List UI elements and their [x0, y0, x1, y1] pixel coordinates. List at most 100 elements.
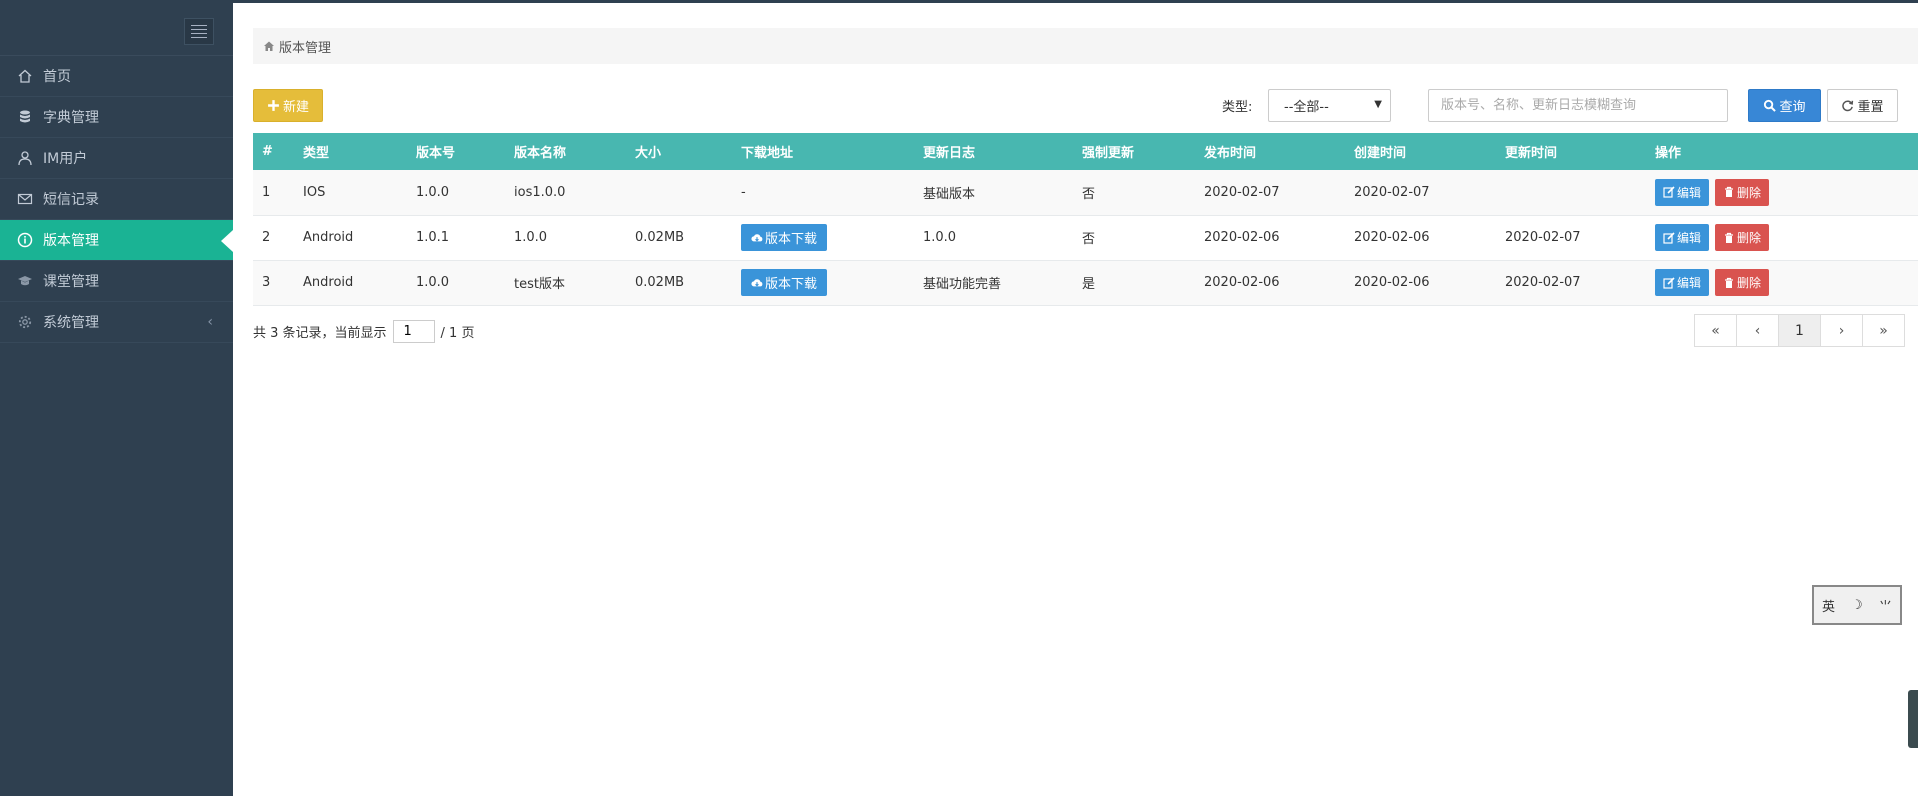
trash-icon — [1725, 232, 1734, 243]
delete-button[interactable]: 删除 — [1715, 178, 1770, 206]
column-header: 操作 — [1646, 133, 1918, 170]
column-header: # — [253, 133, 294, 170]
column-header: 发布时间 — [1195, 133, 1345, 170]
version-download-button[interactable]: 版本下载 — [741, 224, 828, 251]
prev-page-button[interactable]: ‹ — [1736, 314, 1779, 347]
sidebar-item-version-management[interactable]: 版本管理 — [0, 220, 233, 261]
edit-icon — [1663, 186, 1675, 198]
menu-toggle-button[interactable] — [184, 18, 214, 45]
side-drawer-handle[interactable] — [1908, 690, 1918, 748]
table-row: 2 Android 1.0.1 1.0.0 0.02MB 版本下载 1.0.0 … — [253, 215, 1918, 261]
main-content: 版本管理 新建 类型: --全部-- ▼ 查询 重置 # 类型 版本号 版本名称… — [233, 0, 1918, 796]
cell-size: 0.02MB — [626, 215, 732, 261]
cell-type: IOS — [294, 170, 407, 216]
breadcrumb: 版本管理 — [253, 28, 1918, 64]
trash-icon — [1725, 277, 1734, 288]
delete-button[interactable]: 删除 — [1715, 224, 1770, 251]
cell-version: 1.0.0 — [407, 170, 505, 216]
sidebar-item-dictionary[interactable]: 字典管理 — [0, 97, 233, 138]
gear-icon — [16, 313, 34, 331]
sidebar-header — [0, 0, 233, 56]
punctuation-icon[interactable]: ⺌ — [1879, 596, 1892, 615]
edit-button[interactable]: 编辑 — [1655, 178, 1710, 206]
breadcrumb-label: 版本管理 — [279, 40, 332, 56]
cloud-download-icon — [751, 278, 763, 287]
cell-download: - — [732, 170, 914, 216]
info-icon — [16, 231, 34, 249]
cell-force-update: 是 — [1073, 260, 1195, 306]
edit-button[interactable]: 编辑 — [1655, 224, 1710, 251]
sidebar: 首页 字典管理 IM用户 短信记录 版本管理 课堂管理 系统管理 ‹ — [0, 0, 233, 796]
reset-button[interactable]: 重置 — [1827, 89, 1898, 122]
moon-icon[interactable]: ☽ — [1851, 598, 1863, 613]
cell-published: 2020-02-06 — [1195, 215, 1345, 261]
sidebar-item-label: 字典管理 — [43, 110, 99, 126]
cell-created: 2020-02-07 — [1345, 170, 1496, 216]
sidebar-nav: 首页 字典管理 IM用户 短信记录 版本管理 课堂管理 系统管理 ‹ — [0, 56, 233, 343]
cell-no: 3 — [253, 260, 294, 306]
cell-updated — [1496, 170, 1646, 216]
cell-published: 2020-02-07 — [1195, 170, 1345, 216]
cell-version: 1.0.0 — [407, 260, 505, 306]
next-page-button[interactable]: › — [1820, 314, 1863, 347]
refresh-icon — [1842, 100, 1854, 112]
sidebar-item-label: 课堂管理 — [43, 274, 99, 290]
cell-force-update: 否 — [1073, 215, 1195, 261]
home-icon — [264, 41, 274, 51]
sidebar-item-system[interactable]: 系统管理 ‹ — [0, 302, 233, 343]
version-download-button[interactable]: 版本下载 — [741, 269, 828, 296]
ime-language-indicator[interactable]: 英 — [1822, 596, 1835, 615]
pagination: « ‹ 1 › » — [1694, 314, 1905, 347]
column-header: 更新时间 — [1496, 133, 1646, 170]
sidebar-item-home[interactable]: 首页 — [0, 56, 233, 97]
sidebar-item-im-users[interactable]: IM用户 — [0, 138, 233, 179]
table-row: 3 Android 1.0.0 test版本 0.02MB 版本下载 基础功能完… — [253, 260, 1918, 306]
page-number-input[interactable] — [392, 320, 435, 343]
cell-updated: 2020-02-07 — [1496, 260, 1646, 306]
pagination-info: 共 3 条记录，当前显示 / 1 页 — [253, 320, 474, 343]
cell-force-update: 否 — [1073, 170, 1195, 216]
cell-actions: 编辑 删除 — [1646, 170, 1918, 216]
column-header: 类型 — [294, 133, 407, 170]
page-button-1[interactable]: 1 — [1778, 314, 1821, 347]
cell-actions: 编辑 删除 — [1646, 260, 1918, 306]
cell-download: 版本下载 — [732, 260, 914, 306]
home-icon — [16, 67, 34, 85]
graduation-cap-icon — [16, 272, 34, 290]
cell-created: 2020-02-06 — [1345, 260, 1496, 306]
table-header-row: # 类型 版本号 版本名称 大小 下载地址 更新日志 强制更新 发布时间 创建时… — [253, 133, 1918, 170]
cell-created: 2020-02-06 — [1345, 215, 1496, 261]
edit-icon — [1663, 231, 1675, 244]
search-input[interactable] — [1428, 89, 1728, 122]
type-select[interactable]: --全部-- ▼ — [1268, 89, 1391, 122]
cell-no: 2 — [253, 215, 294, 261]
column-header: 下载地址 — [732, 133, 914, 170]
cell-size: 0.02MB — [626, 260, 732, 306]
edit-button[interactable]: 编辑 — [1655, 269, 1710, 296]
ime-toolbar[interactable]: 英 ☽ ⺌ — [1812, 585, 1902, 625]
sidebar-item-label: 首页 — [43, 69, 71, 85]
trash-icon — [1725, 187, 1734, 198]
first-page-button[interactable]: « — [1694, 314, 1737, 347]
cell-published: 2020-02-06 — [1195, 260, 1345, 306]
cell-actions: 编辑 删除 — [1646, 215, 1918, 261]
user-icon — [16, 149, 34, 167]
query-button[interactable]: 查询 — [1748, 89, 1821, 122]
table-row: 1 IOS 1.0.0 ios1.0.0 - 基础版本 否 2020-02-07… — [253, 170, 1918, 216]
sidebar-item-sms-records[interactable]: 短信记录 — [0, 179, 233, 220]
cell-version: 1.0.1 — [407, 215, 505, 261]
delete-button[interactable]: 删除 — [1715, 269, 1770, 296]
cloud-download-icon — [751, 233, 763, 242]
cell-log: 1.0.0 — [914, 215, 1073, 261]
last-page-button[interactable]: » — [1862, 314, 1905, 347]
sidebar-item-label: 短信记录 — [43, 192, 99, 208]
sidebar-item-label: 系统管理 — [43, 315, 99, 331]
sidebar-item-classroom[interactable]: 课堂管理 — [0, 261, 233, 302]
column-header: 大小 — [626, 133, 732, 170]
plus-icon — [268, 100, 279, 111]
chevron-left-icon: ‹ — [207, 314, 213, 330]
version-table: # 类型 版本号 版本名称 大小 下载地址 更新日志 强制更新 发布时间 创建时… — [253, 133, 1918, 306]
cell-type: Android — [294, 215, 407, 261]
new-button[interactable]: 新建 — [253, 89, 323, 122]
database-icon — [16, 108, 34, 126]
